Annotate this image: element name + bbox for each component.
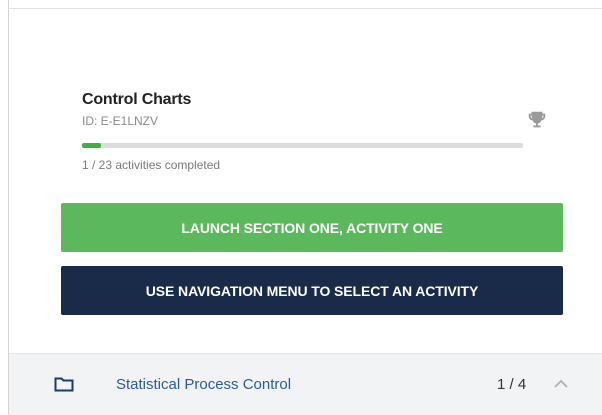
section-title-link[interactable]: Statistical Process Control	[116, 376, 291, 393]
launch-activity-button[interactable]: LAUNCH SECTION ONE, ACTIVITY ONE	[61, 203, 563, 252]
section-progress-count: 1 / 4	[497, 376, 527, 393]
progress-bar-fill	[82, 143, 102, 148]
trophy-icon	[528, 111, 546, 128]
progress-bar	[82, 143, 523, 148]
course-panel: Control Charts ID: E-E1LNZV 1 / 23 activ…	[0, 0, 602, 415]
folder-icon	[54, 377, 74, 392]
chevron-up-icon[interactable]	[553, 378, 569, 390]
course-title: Control Charts	[82, 91, 192, 108]
progress-text: 1 / 23 activities completed	[82, 158, 221, 172]
course-id: ID: E-E1LNZV	[82, 114, 159, 128]
section-row-statistical-process-control[interactable]: Statistical Process Control 1 / 4	[9, 353, 602, 415]
navigation-menu-button[interactable]: USE NAVIGATION MENU TO SELECT AN ACTIVIT…	[61, 266, 563, 315]
